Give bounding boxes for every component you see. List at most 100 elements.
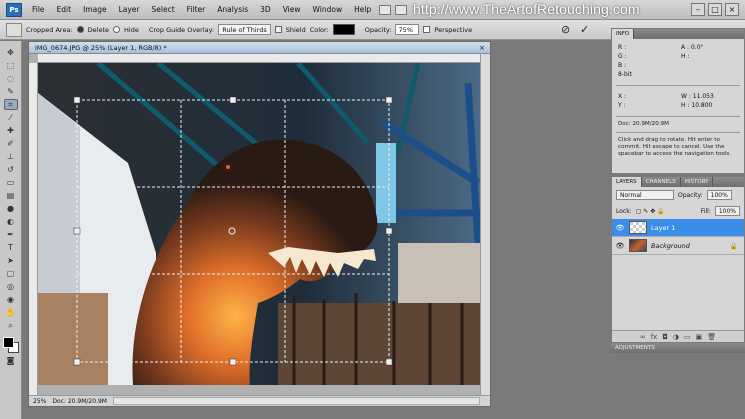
- new-layer-icon[interactable]: ▣: [696, 333, 703, 341]
- cropped-area-label: Cropped Area:: [26, 25, 73, 34]
- menu-filter[interactable]: Filter: [181, 5, 212, 14]
- maximize-icon[interactable]: □: [708, 3, 722, 16]
- pen-tool-icon[interactable]: ✒: [3, 229, 18, 240]
- minimize-icon[interactable]: –: [691, 3, 705, 16]
- eye-icon[interactable]: 👁: [615, 223, 625, 233]
- eyedropper-tool-icon[interactable]: ⁄: [3, 112, 18, 123]
- delete-layer-icon[interactable]: 🗑: [707, 333, 716, 341]
- delete-label: Delete: [87, 25, 109, 34]
- menu-analysis[interactable]: Analysis: [211, 5, 254, 14]
- delete-radio[interactable]: [76, 26, 84, 33]
- layer-opacity-field[interactable]: 100%: [706, 190, 732, 200]
- cancel-crop-icon[interactable]: ⊘: [561, 23, 570, 36]
- gradient-tool-icon[interactable]: ▤: [3, 190, 18, 201]
- layer-row-background[interactable]: 👁 Background 🔒: [612, 237, 744, 255]
- window-controls: – □ ×: [691, 3, 739, 16]
- vertical-scrollbar[interactable]: [480, 54, 490, 395]
- info-w-label: W :: [681, 93, 691, 100]
- tools-panel: ✥ ⬚ ◌ ✎ ⌗ ⁄ ✚ ✐ ⊥ ↺ ▭ ▤ ● ◐ ✒ T ➤ ▢ ◎ ◉ …: [0, 41, 22, 419]
- path-select-tool-icon[interactable]: ➤: [3, 255, 18, 266]
- healing-tool-icon[interactable]: ✚: [3, 125, 18, 136]
- tab-adjustments[interactable]: ADJUSTMENTS: [611, 343, 745, 353]
- info-b-label: B :: [618, 62, 627, 69]
- layer-name: Background: [651, 241, 690, 250]
- menu-select[interactable]: Select: [146, 5, 181, 14]
- menu-file[interactable]: File: [26, 5, 51, 14]
- menu-window[interactable]: Window: [307, 5, 349, 14]
- new-group-icon[interactable]: ▭: [684, 333, 691, 341]
- move-tool-icon[interactable]: ✥: [3, 47, 18, 58]
- info-r-label: R :: [618, 44, 627, 51]
- crop-tool-preset-icon[interactable]: [6, 22, 22, 37]
- fill-field[interactable]: 100%: [714, 206, 740, 216]
- vertical-ruler[interactable]: [29, 63, 38, 395]
- lock-icons[interactable]: ▢ ✎ ✥ 🔒: [636, 208, 665, 215]
- perspective-checkbox[interactable]: [423, 26, 431, 33]
- layer-style-icon[interactable]: fx: [651, 333, 658, 341]
- watermark-url: http://www.TheArtofRetouching.com: [413, 1, 640, 17]
- menu-layer[interactable]: Layer: [113, 5, 146, 14]
- foreground-color-swatch[interactable]: [2, 337, 14, 348]
- horizontal-ruler[interactable]: [38, 54, 480, 63]
- menu-image[interactable]: Image: [77, 5, 113, 14]
- tab-channels[interactable]: CHANNELS: [642, 177, 681, 187]
- quick-mask-icon[interactable]: ◙: [3, 355, 18, 366]
- image-canvas[interactable]: [38, 63, 480, 395]
- opacity-label: Opacity:: [364, 25, 392, 34]
- document-window: IMG_0674.JPG @ 25% (Layer 1, RGB/8) * ×: [28, 41, 491, 407]
- document-close-icon[interactable]: ×: [477, 43, 487, 52]
- dodge-tool-icon[interactable]: ◐: [3, 216, 18, 227]
- info-g-label: G :: [618, 53, 627, 60]
- lasso-tool-icon[interactable]: ◌: [3, 73, 18, 84]
- clone-stamp-tool-icon[interactable]: ⊥: [3, 151, 18, 162]
- document-tab[interactable]: IMG_0674.JPG @ 25% (Layer 1, RGB/8) *: [29, 42, 490, 54]
- 3d-orbit-tool-icon[interactable]: ◉: [3, 294, 18, 305]
- link-layers-icon[interactable]: ∞: [640, 333, 646, 341]
- shield-color-swatch[interactable]: [332, 24, 355, 35]
- blend-mode-select[interactable]: Normal: [616, 190, 674, 200]
- zoom-level[interactable]: 25%: [33, 398, 46, 405]
- zoom-tool-icon[interactable]: ⌕: [3, 320, 18, 331]
- overlay-select[interactable]: Rule of Thirds: [218, 24, 271, 35]
- commit-crop-icon[interactable]: ✓: [580, 23, 589, 36]
- shape-tool-icon[interactable]: ▢: [3, 268, 18, 279]
- blur-tool-icon[interactable]: ●: [3, 203, 18, 214]
- document-title: IMG_0674.JPG @ 25% (Layer 1, RGB/8) *: [35, 43, 167, 52]
- menu-bar: Ps File Edit Image Layer Select Filter A…: [0, 0, 745, 20]
- info-h2-value: 10.800: [691, 102, 713, 109]
- marquee-tool-icon[interactable]: ⬚: [3, 60, 18, 71]
- hide-radio[interactable]: [113, 26, 120, 33]
- color-swatches[interactable]: [2, 337, 19, 353]
- type-tool-icon[interactable]: T: [3, 242, 18, 253]
- menu-edit[interactable]: Edit: [51, 5, 78, 14]
- layer-thumbnail: [629, 239, 647, 252]
- quick-select-tool-icon[interactable]: ✎: [3, 86, 18, 97]
- brush-tool-icon[interactable]: ✐: [3, 138, 18, 149]
- opacity-field[interactable]: 75%: [395, 24, 420, 35]
- shield-checkbox[interactable]: [274, 26, 282, 33]
- 3d-rotate-tool-icon[interactable]: ◎: [3, 281, 18, 292]
- hand-tool-icon[interactable]: ✋: [3, 307, 18, 318]
- eye-icon[interactable]: 👁: [615, 241, 625, 251]
- close-icon[interactable]: ×: [725, 3, 739, 16]
- menu-help[interactable]: Help: [348, 5, 377, 14]
- tab-history[interactable]: HISTORY: [681, 177, 714, 187]
- photoshop-logo: Ps: [6, 2, 22, 17]
- menu-3d[interactable]: 3D: [254, 5, 277, 14]
- layer-row-layer-1[interactable]: 👁 Layer 1: [612, 219, 744, 237]
- horizontal-scrollbar[interactable]: [112, 397, 480, 405]
- document-size[interactable]: Doc: 20.9M/20.9M: [52, 398, 107, 405]
- bridge-icon[interactable]: [379, 4, 392, 15]
- tab-info[interactable]: INFO: [612, 29, 635, 39]
- tab-layers[interactable]: LAYERS: [612, 177, 642, 187]
- overlay-label: Crop Guide Overlay:: [148, 25, 215, 34]
- layer-mask-icon[interactable]: ◘: [662, 333, 668, 341]
- mini-bridge-icon[interactable]: [395, 4, 408, 15]
- crop-tool-icon[interactable]: ⌗: [3, 99, 18, 110]
- info-h2-label: H :: [681, 102, 690, 109]
- history-brush-tool-icon[interactable]: ↺: [3, 164, 18, 175]
- info-panel: INFO R : A : 0.0° G : H : B : 8-bit X : …: [611, 28, 745, 174]
- menu-view[interactable]: View: [277, 5, 307, 14]
- adjustment-layer-icon[interactable]: ◑: [673, 333, 679, 341]
- eraser-tool-icon[interactable]: ▭: [3, 177, 18, 188]
